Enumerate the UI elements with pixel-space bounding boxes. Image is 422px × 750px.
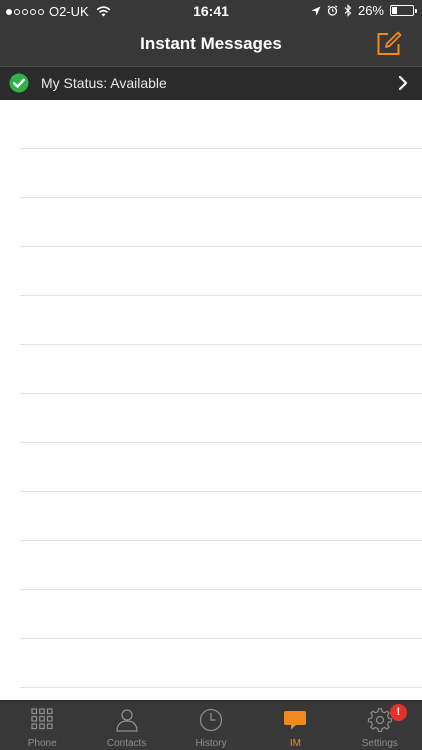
list-separator: [20, 197, 422, 198]
compose-button[interactable]: [374, 28, 404, 58]
clock-icon: [199, 708, 223, 732]
list-separator: [20, 540, 422, 541]
alarm-clock-icon: [327, 5, 338, 16]
tab-label: Contacts: [106, 738, 147, 749]
navigation-bar: Instant Messages: [0, 22, 422, 66]
tab-im[interactable]: IM: [253, 701, 337, 750]
gear-icon: [367, 708, 392, 732]
battery-tip: [415, 9, 417, 13]
list-separator: [20, 246, 422, 247]
bluetooth-icon: [344, 4, 352, 17]
battery-percentage: 26%: [357, 3, 384, 18]
keypad-icon: [31, 708, 53, 730]
my-status-label: My Status: Available: [41, 75, 167, 91]
compose-icon: [377, 31, 402, 55]
tab-contacts[interactable]: Contacts: [84, 701, 168, 750]
notification-badge: !: [389, 704, 407, 721]
checkmark-icon: [9, 73, 29, 93]
tab-bar: Phone Contacts History IM ! Settings: [0, 700, 422, 750]
status-bar-right: 26%: [311, 3, 417, 18]
tab-phone[interactable]: Phone: [0, 701, 84, 750]
person-icon: [115, 709, 138, 732]
status-bar: O2-UK 16:41 26%: [0, 0, 422, 22]
list-separator: [20, 491, 422, 492]
tab-settings[interactable]: ! Settings: [338, 701, 422, 750]
list-separator: [20, 589, 422, 590]
list-separator: [20, 344, 422, 345]
list-separator: [20, 295, 422, 296]
list-separator: [20, 687, 422, 688]
chevron-right-icon: [398, 75, 408, 91]
list-separator: [20, 148, 422, 149]
tab-label: History: [195, 738, 227, 749]
tab-label: IM: [289, 738, 301, 749]
list-separator: [20, 393, 422, 394]
location-arrow-icon: [311, 6, 321, 15]
chat-bubble-icon: [284, 711, 307, 730]
battery-level: [392, 7, 397, 14]
battery-icon: [390, 5, 417, 16]
message-list[interactable]: [0, 100, 422, 700]
tab-label: Settings: [361, 738, 398, 749]
tab-label: Phone: [27, 738, 57, 749]
list-separator: [20, 638, 422, 639]
tab-history[interactable]: History: [169, 701, 253, 750]
list-separator: [20, 442, 422, 443]
my-status-row[interactable]: My Status: Available: [0, 66, 422, 100]
page-title: Instant Messages: [140, 34, 282, 53]
